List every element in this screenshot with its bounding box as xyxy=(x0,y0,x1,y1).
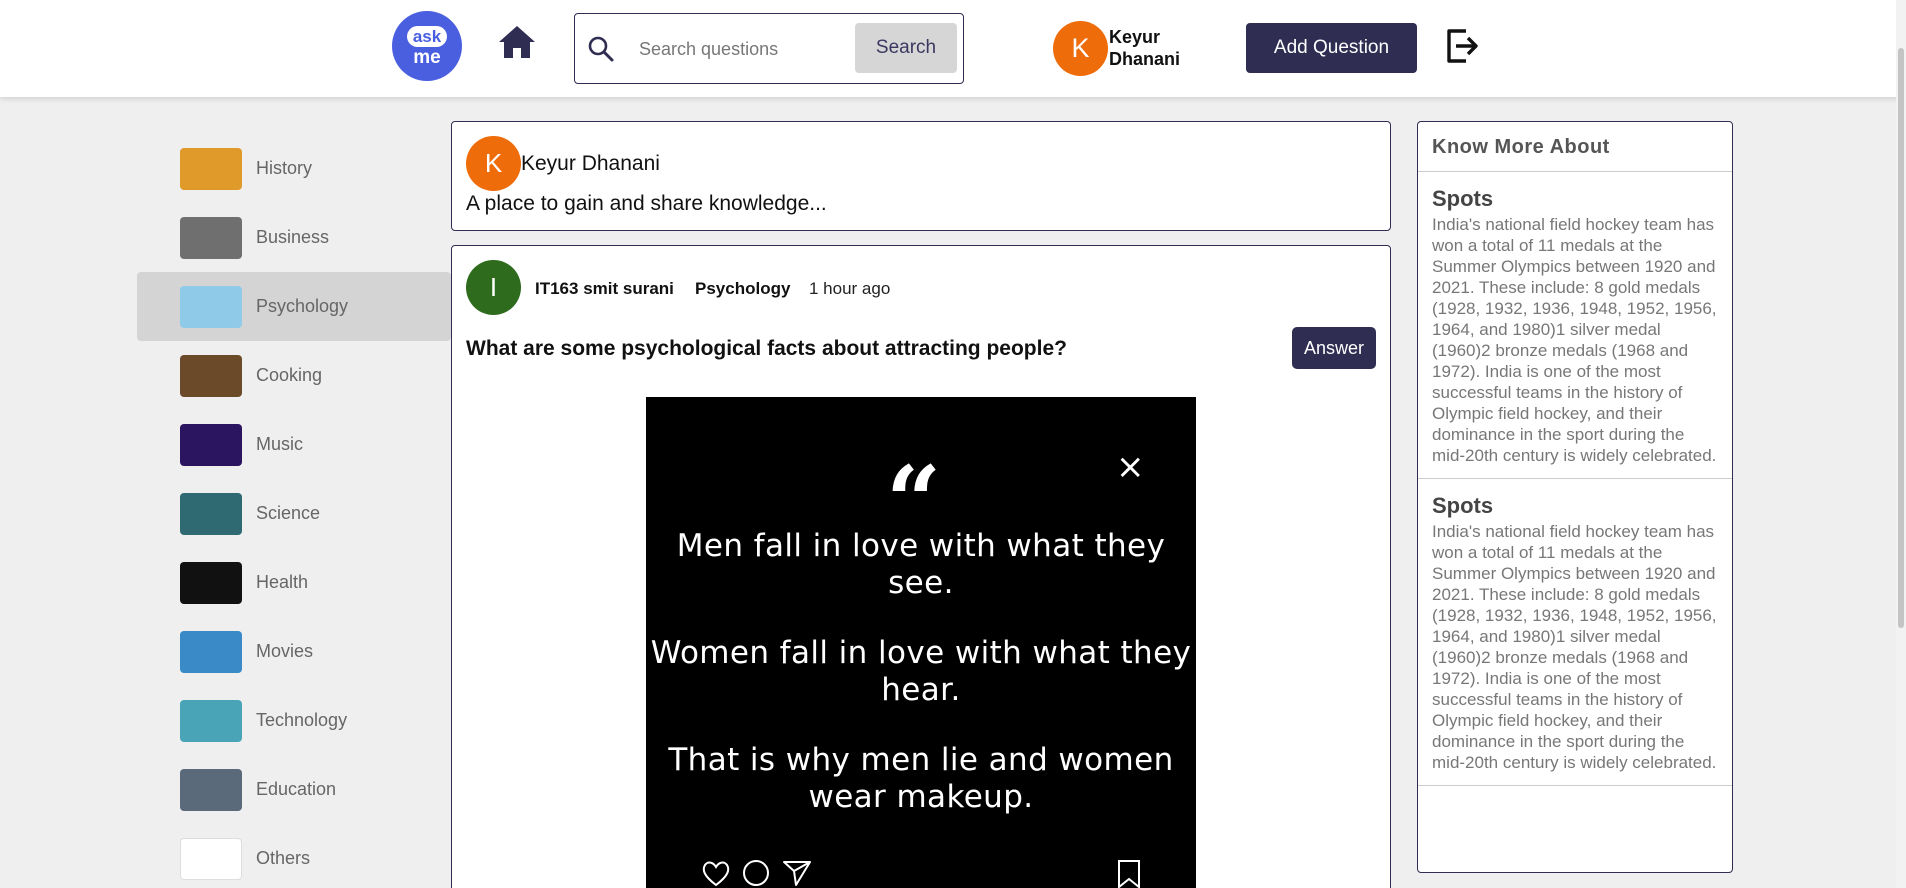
sidebar-item-cooking[interactable]: Cooking xyxy=(137,341,451,410)
sidebar-item-label: Science xyxy=(256,503,321,523)
post-author-name[interactable]: IT163 smit surani xyxy=(535,279,674,299)
sidebar-item-label: Cooking xyxy=(256,365,323,385)
post-timestamp: 1 hour ago xyxy=(809,279,891,298)
home-icon[interactable] xyxy=(497,24,537,60)
composer-user-name: Keyur Dhanani xyxy=(521,152,660,175)
fact-item: Spots India's national field hockey team… xyxy=(1418,479,1732,786)
question-post-card: I IT163 smit surani Psychology 1 hour ag… xyxy=(451,245,1391,888)
sidebar-item-label: Movies xyxy=(256,641,314,661)
logo-text-bottom: me xyxy=(413,46,441,68)
business-thumbnail xyxy=(180,216,242,259)
post-question[interactable]: What are some psychological facts about … xyxy=(466,337,1067,361)
music-thumbnail xyxy=(180,423,242,466)
logout-icon[interactable] xyxy=(1444,27,1480,65)
quote-line-3: That is why men lie and women wear makeu… xyxy=(668,742,1174,815)
sidebar-item-label: Others xyxy=(256,848,311,868)
comment-icon xyxy=(743,860,770,886)
sidebar-item-history[interactable]: History xyxy=(137,134,451,203)
sidebar-item-technology[interactable]: Technology xyxy=(137,686,451,755)
quote-line-2: Women fall in love with what they hear. xyxy=(650,635,1192,708)
user-name: Keyur Dhanani xyxy=(1109,27,1181,69)
bookmark-icon xyxy=(1118,860,1140,888)
search-icon xyxy=(588,36,614,62)
search-bar: Search xyxy=(574,13,964,84)
post-author-avatar: I xyxy=(466,260,521,315)
search-button[interactable]: Search xyxy=(855,23,957,73)
sidebar-item-label: Health xyxy=(256,572,309,592)
sidebar-item-movies[interactable]: Movies xyxy=(137,617,451,686)
logo-text-top: ask xyxy=(406,25,448,47)
composer-prompt[interactable]: A place to gain and share knowledge... xyxy=(466,192,827,216)
composer-avatar: K xyxy=(466,136,521,191)
composer-card[interactable]: K Keyur Dhanani A place to gain and shar… xyxy=(451,121,1391,231)
ask-me-logo[interactable]: ask me xyxy=(392,11,462,81)
education-thumbnail xyxy=(180,768,242,811)
fact-title: Spots xyxy=(1432,493,1494,518)
sidebar-item-label: History xyxy=(256,158,313,178)
sidebar-item-education[interactable]: Education xyxy=(137,755,451,824)
movies-thumbnail xyxy=(180,630,242,673)
scrollbar-thumb[interactable] xyxy=(1898,48,1904,628)
sidebar-item-label: Education xyxy=(256,779,337,799)
search-input[interactable] xyxy=(639,34,849,64)
share-icon xyxy=(782,861,811,886)
user-avatar[interactable]: K xyxy=(1053,21,1108,76)
know-more-panel: Know More About Spots India's national f… xyxy=(1417,121,1733,873)
sidebar-item-label: Music xyxy=(256,434,304,454)
sidebar-item-business[interactable]: Business xyxy=(137,203,451,272)
technology-thumbnail xyxy=(180,699,242,742)
page-scrollbar[interactable] xyxy=(1896,0,1906,888)
sidebar-item-science[interactable]: Science xyxy=(137,479,451,548)
top-header: ask me Search K Keyur Dhanani Add Questi… xyxy=(0,0,1906,97)
sidebar-item-label: Technology xyxy=(256,710,348,730)
others-thumbnail xyxy=(180,837,242,880)
fact-item: Spots India's national field hockey team… xyxy=(1418,172,1732,479)
sidebar-item-music[interactable]: Music xyxy=(137,410,451,479)
health-thumbnail xyxy=(180,561,242,604)
quote-line-1: Men fall in love with what they see. xyxy=(676,528,1166,601)
close-icon: × xyxy=(1116,447,1145,487)
history-thumbnail xyxy=(180,147,242,190)
heart-icon xyxy=(702,861,730,887)
know-more-title: Know More About xyxy=(1418,122,1732,172)
sidebar-item-others[interactable]: Others xyxy=(137,824,451,888)
post-category[interactable]: Psychology xyxy=(695,279,790,299)
sidebar-item-psychology[interactable]: Psychology xyxy=(137,272,451,341)
image-social-icons xyxy=(700,859,817,888)
psychology-thumbnail xyxy=(180,285,242,328)
fact-text: India's national field hockey team has w… xyxy=(1432,215,1717,465)
sidebar-item-label: Business xyxy=(256,227,330,247)
answer-button[interactable]: Answer xyxy=(1292,327,1376,369)
fact-title: Spots xyxy=(1432,186,1494,211)
add-question-button[interactable]: Add Question xyxy=(1246,23,1417,73)
sidebar-item-label: Psychology xyxy=(256,296,349,316)
science-thumbnail xyxy=(180,492,242,535)
post-image: “ × Men fall in love with what they see.… xyxy=(646,397,1196,888)
category-sidebar: History Business Psychology Cooking Music Sci… xyxy=(137,134,451,888)
cooking-thumbnail xyxy=(180,354,242,397)
fact-text: India's national field hockey team has w… xyxy=(1432,522,1717,772)
sidebar-item-health[interactable]: Health xyxy=(137,548,451,617)
